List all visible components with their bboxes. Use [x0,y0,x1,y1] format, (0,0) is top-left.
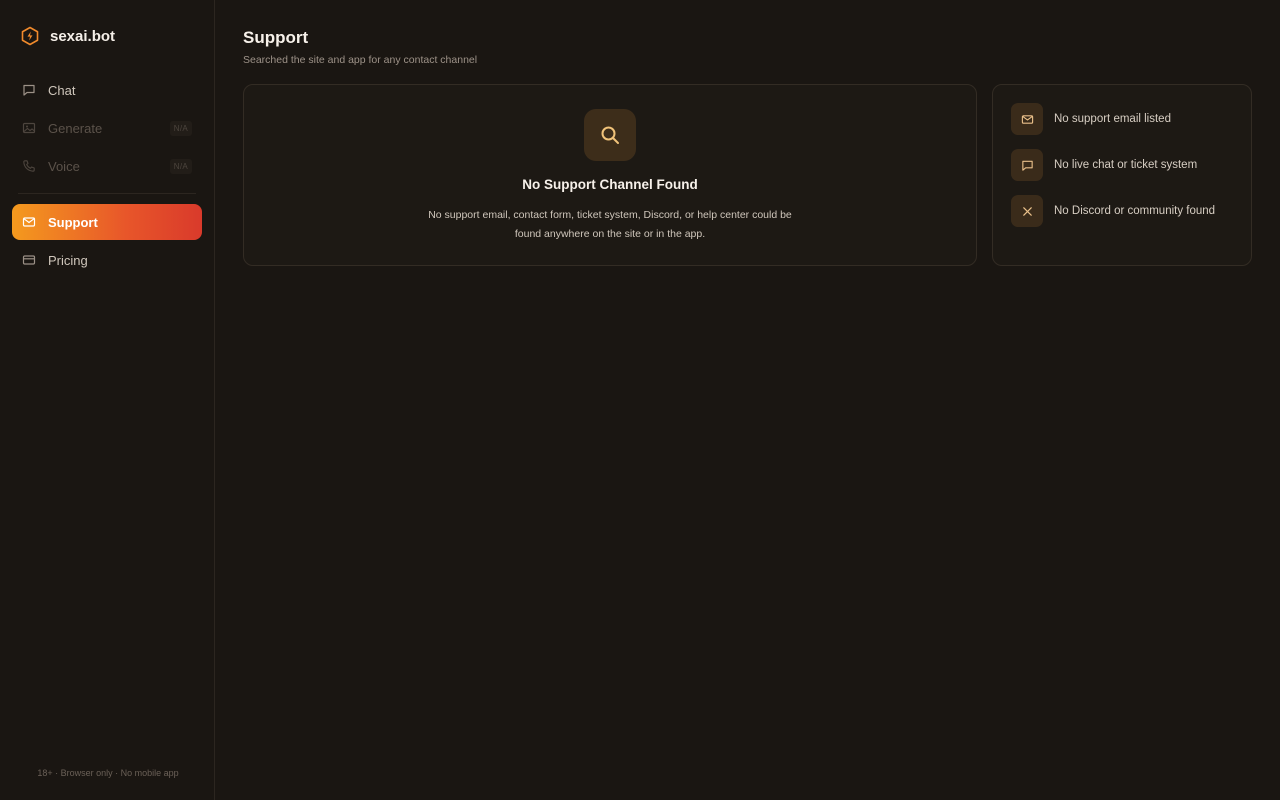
sidebar-item-pricing[interactable]: Pricing [12,242,202,278]
sidebar-item-support[interactable]: Support [12,204,202,240]
page-title: Support [243,28,309,47]
list-item: No Discord or community found [1011,195,1233,227]
nav-divider [18,193,196,194]
sidebar-footer-note: 18+ · Browser only · No mobile app [37,768,179,778]
list-item-text: No support email listed [1054,113,1171,125]
main-content: Support Searched the site and app for an… [215,0,1280,800]
page-subtitle: Searched the site and app for any contac… [243,54,478,66]
sidebar-item-label: Generate [48,120,103,136]
sidebar-item-chat[interactable]: Chat [12,72,202,108]
na-badge: N/A [169,158,192,174]
credit-card-icon [22,253,36,267]
chat-bubble-icon [1011,149,1043,181]
sidebar-item-generate: Generate N/A [12,110,202,146]
sidebar-item-label: Chat [48,82,76,98]
checklist-card: No support email listed No live chat or … [992,84,1252,266]
result-card: No Support Channel Found No support emai… [243,84,977,266]
chat-bubble-icon [22,83,36,97]
brand-name: sexai.bot [50,27,116,45]
mail-icon [1011,103,1043,135]
na-badge: N/A [169,120,192,136]
sidebar-item-label: Support [48,214,98,230]
app-root: sexai.bot Chat Generate N/A Voice N/A Su… [0,0,1280,800]
result-description: No support email, contact form, ticket s… [428,209,792,240]
list-item-text: No live chat or ticket system [1054,159,1198,171]
cards-row: No Support Channel Found No support emai… [243,84,1252,266]
brand[interactable]: sexai.bot [12,0,202,72]
sidebar: sexai.bot Chat Generate N/A Voice N/A Su… [0,0,215,800]
list-item: No support email listed [1011,103,1233,135]
search-icon [584,109,636,161]
sidebar-item-label: Pricing [48,252,88,268]
hexagon-bolt-icon [20,26,40,46]
list-item-text: No Discord or community found [1054,205,1216,217]
sidebar-item-label: Voice [48,158,80,174]
image-icon [22,121,36,135]
sidebar-item-voice: Voice N/A [12,148,202,184]
list-item: No live chat or ticket system [1011,149,1233,181]
result-title: No Support Channel Found [522,177,698,192]
close-icon [1011,195,1043,227]
phone-icon [22,159,36,173]
mail-icon [22,215,36,229]
